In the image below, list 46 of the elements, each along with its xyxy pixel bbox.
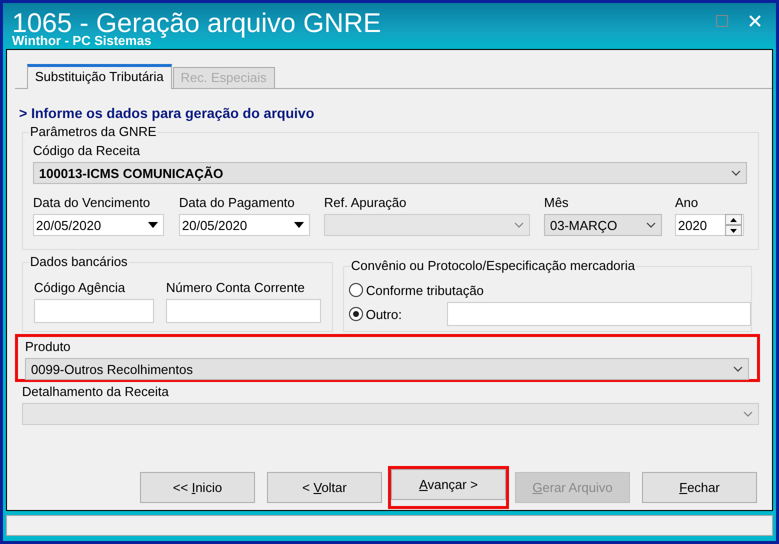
- close-icon[interactable]: [749, 15, 761, 27]
- field-label: Código da Receita: [33, 143, 141, 158]
- window-title: 1065 - Geração arquivo GNRE: [12, 9, 382, 37]
- field-label: Ref. Apuração: [324, 195, 408, 210]
- input-field[interactable]: [166, 299, 321, 323]
- chevron-down-icon: [733, 366, 743, 372]
- spin-up-button[interactable]: [725, 214, 742, 225]
- field-label: Detalhamento da Receita: [22, 384, 170, 399]
- chevron-down-icon: [514, 222, 524, 228]
- section-heading: > Informe os dados para geração do arquivo: [19, 105, 316, 121]
- triangle-down-icon: [730, 228, 737, 232]
- radio-label[interactable]: Conforme tributação: [366, 282, 484, 298]
- field-label: Data do Pagamento: [179, 195, 296, 210]
- tab[interactable]: Substituição Tributária: [27, 64, 172, 89]
- chevron-down-icon: [743, 411, 753, 417]
- dropdown[interactable]: 03-MARÇO: [544, 214, 662, 236]
- button[interactable]: << Inicio: [140, 472, 255, 503]
- date-field[interactable]: 20/05/2020: [33, 214, 164, 236]
- field-label: Produto: [25, 339, 72, 354]
- field-label: Data do Vencimento: [33, 195, 152, 210]
- chevron-down-icon: [646, 222, 656, 228]
- field-label: Mês: [544, 195, 570, 210]
- triangle-down-icon: [294, 222, 304, 228]
- radio-button[interactable]: [349, 307, 363, 321]
- triangle-down-icon: [148, 222, 158, 228]
- app-name: Winthor - PC Sistemas: [12, 34, 152, 47]
- input-field[interactable]: [446, 302, 751, 326]
- group-title: Dados bancários: [29, 255, 129, 269]
- triangle-up-icon: [730, 218, 737, 222]
- chevron-down-icon: [731, 170, 741, 176]
- group-title: Parâmetros da GNRE: [29, 125, 158, 139]
- radio-button[interactable]: [349, 283, 363, 297]
- button[interactable]: < Voltar: [267, 472, 382, 503]
- field-label: Código Agência: [34, 280, 126, 295]
- dropdown[interactable]: 0099-Outros Recolhimentos: [25, 358, 749, 380]
- spin-down-button[interactable]: [725, 225, 742, 236]
- button[interactable]: Avançar >: [391, 469, 506, 500]
- input-field[interactable]: [34, 299, 154, 323]
- field-label: Número Conta Corrente: [166, 280, 306, 295]
- radio-label[interactable]: Outro:: [366, 306, 442, 322]
- dropdown[interactable]: 100013-ICMS COMUNICAÇÃO: [33, 162, 747, 184]
- spin-field[interactable]: 2020: [675, 214, 744, 236]
- field-label: Ano: [675, 195, 700, 210]
- date-field[interactable]: 20/05/2020: [179, 214, 310, 236]
- group-title: Convênio ou Protocolo/Especificação mercadoria: [350, 259, 636, 273]
- button[interactable]: Fechar: [642, 472, 757, 503]
